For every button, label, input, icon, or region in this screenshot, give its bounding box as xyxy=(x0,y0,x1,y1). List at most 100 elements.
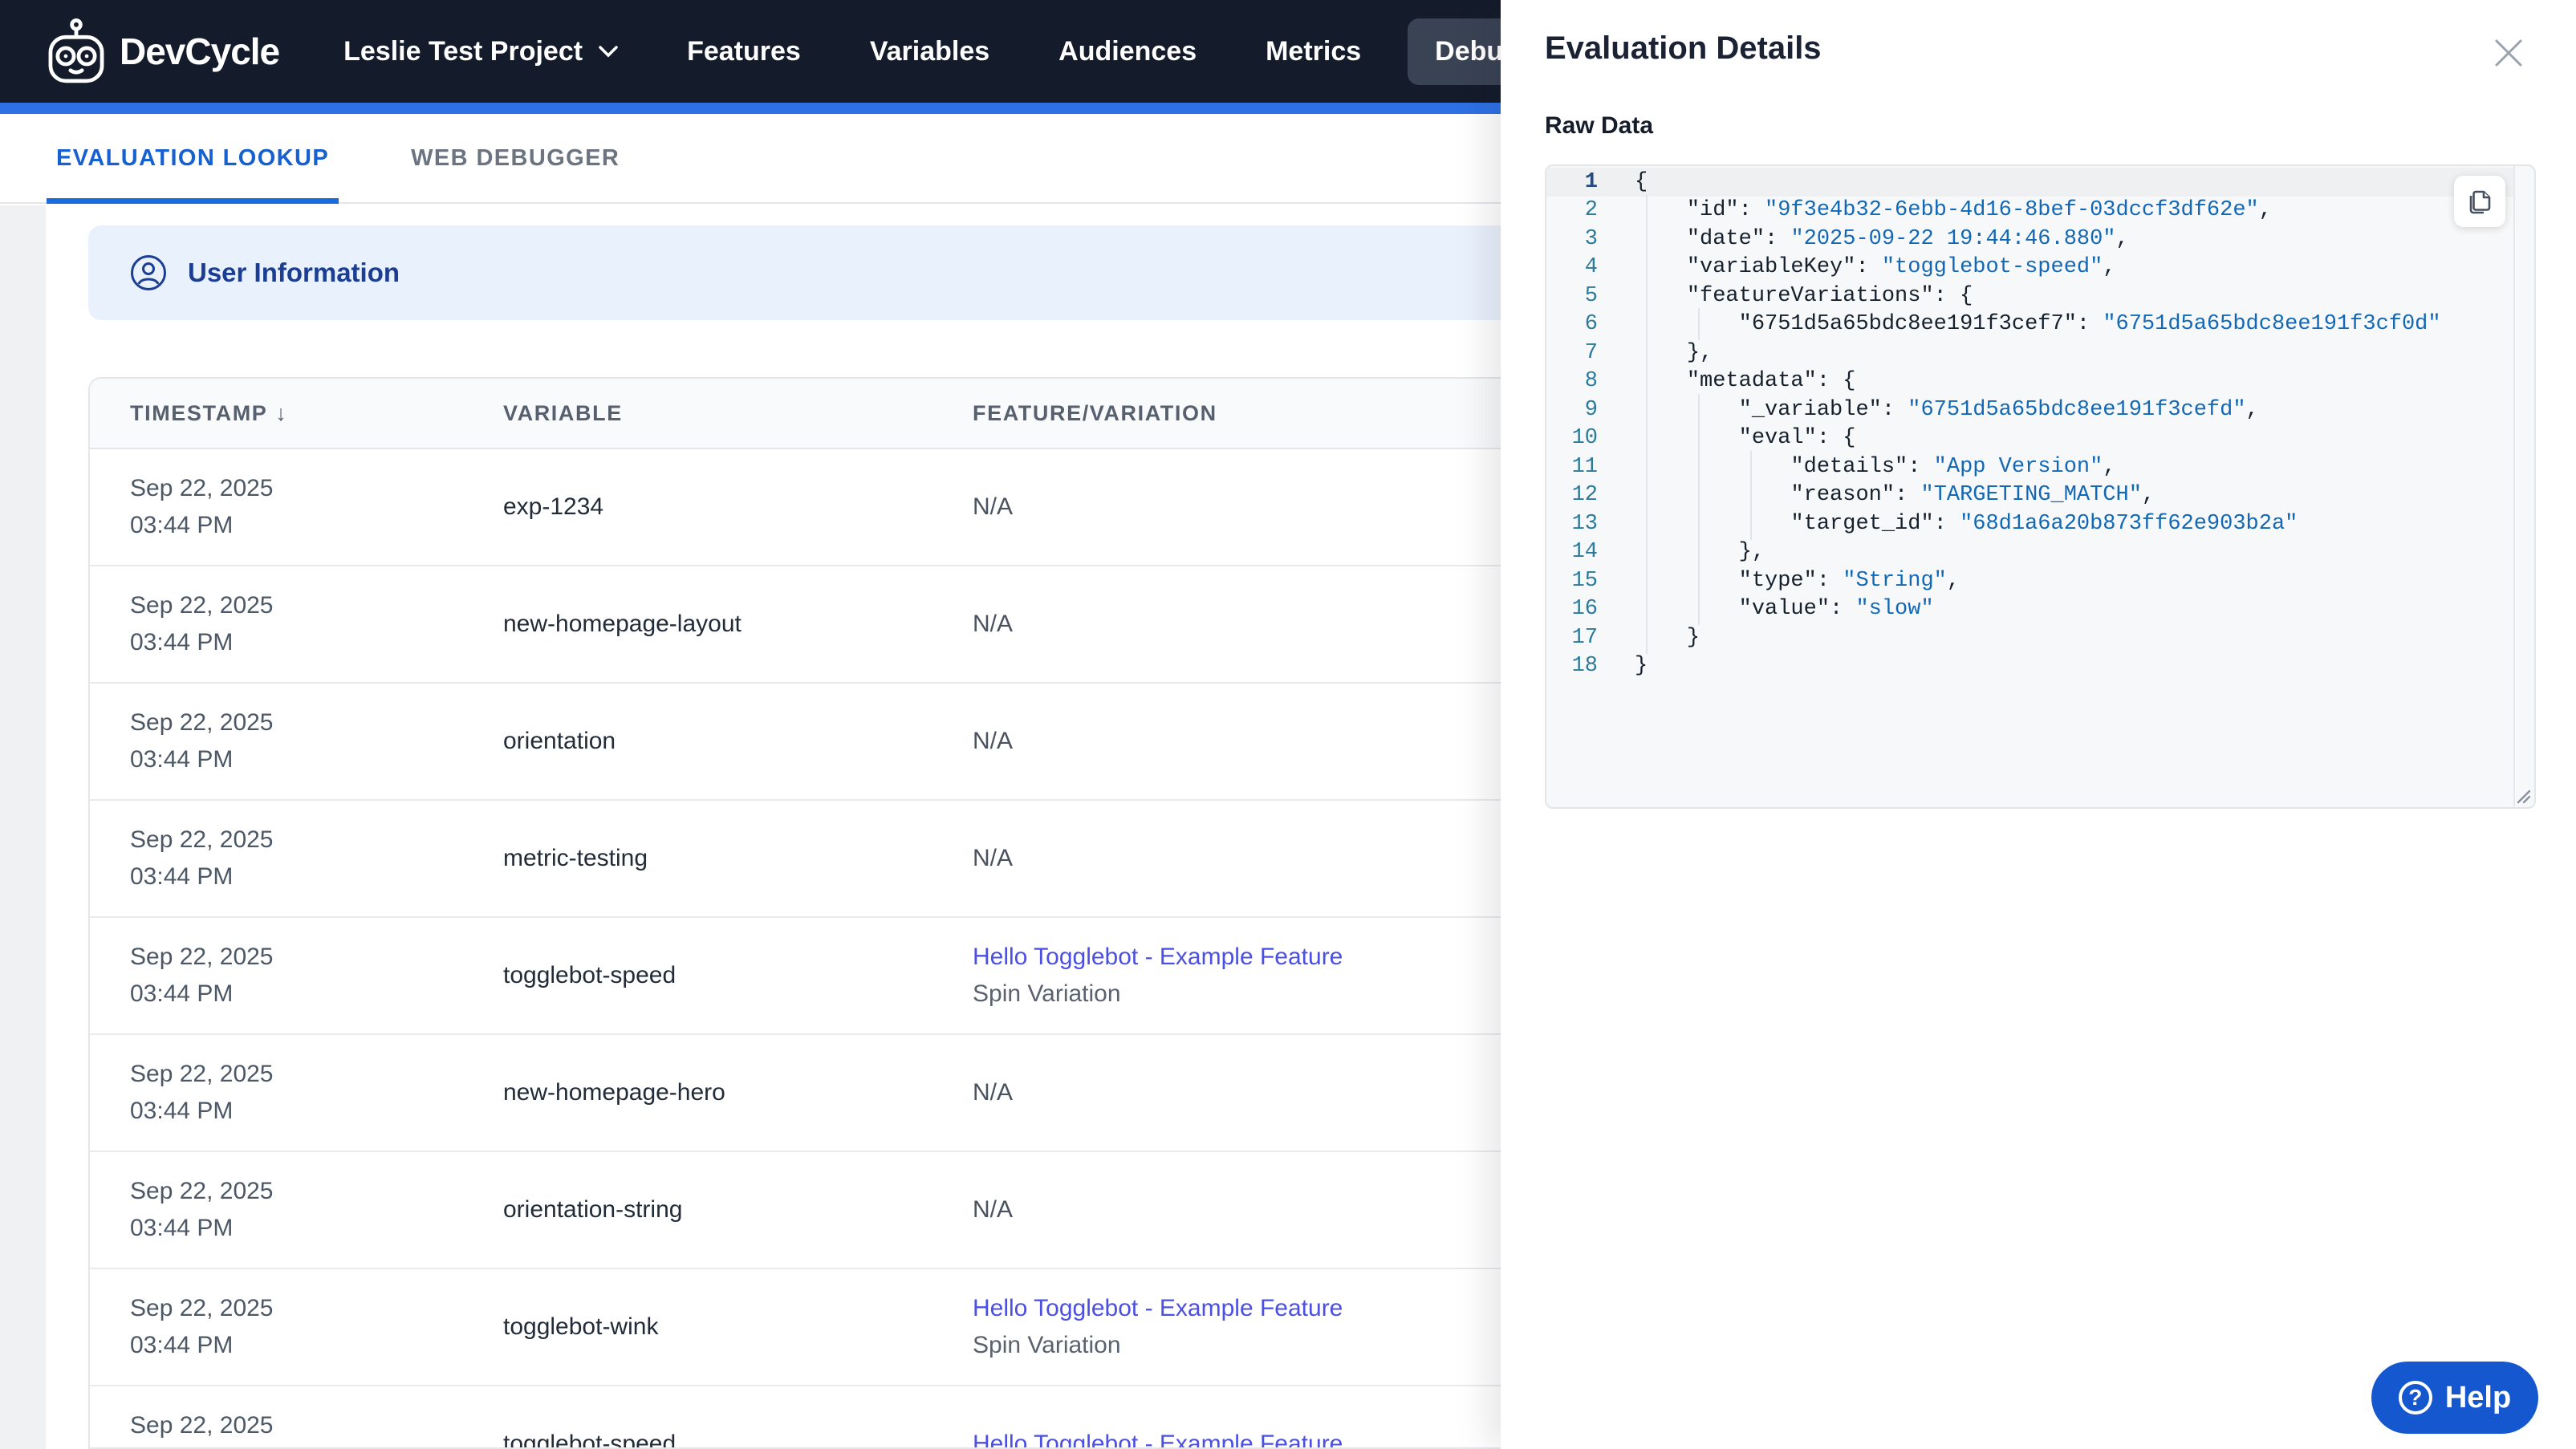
code-lines: 1{2 "id": "9f3e4b32-6ebb-4d16-8bef-03dcc… xyxy=(1546,168,2513,680)
code-line: 14 }, xyxy=(1546,538,2513,567)
raw-data-heading: Raw Data xyxy=(1545,112,1654,139)
code-string: "2025-09-22 19:44:46.880" xyxy=(1790,226,2116,251)
na-value: N/A xyxy=(973,611,1014,637)
column-header-timestamp[interactable]: TIMESTAMP ↓ xyxy=(130,401,288,426)
code-string: "68d1a6a20b873ff62e903b2a" xyxy=(1960,511,2298,536)
table-row[interactable]: Sep 22, 2025 03:44 PM orientation N/A xyxy=(90,684,1501,801)
timestamp-date: Sep 22, 2025 xyxy=(130,826,274,853)
table-row[interactable]: Sep 22, 2025 03:44 PM new-homepage-layout N… xyxy=(90,566,1501,684)
variable-cell: metric-testing xyxy=(503,845,973,872)
timestamp-date: Sep 22, 2025 xyxy=(130,592,274,619)
timestamp-cell: Sep 22, 2025 03:44 PM xyxy=(90,824,503,893)
feature-variation-cell: N/A xyxy=(973,611,1501,638)
timestamp-date: Sep 22, 2025 xyxy=(130,1295,274,1321)
feature-link[interactable]: Hello Togglebot - Example Feature xyxy=(973,1428,1501,1447)
table-row[interactable]: Sep 22, 2025 03:44 PM togglebot-wink Hello … xyxy=(90,1269,1501,1386)
close-button[interactable] xyxy=(2489,34,2528,72)
indent-guide xyxy=(1635,426,1687,450)
nav-item-variables[interactable]: Variables xyxy=(870,36,989,67)
indent-guide xyxy=(1687,540,1739,564)
timestamp-time: 03:44 PM xyxy=(130,512,234,538)
code-string: "togglebot-speed" xyxy=(1881,255,2103,280)
timestamp-cell: Sep 22, 2025 03:44 PM xyxy=(90,1175,503,1244)
variable-name: new-homepage-hero xyxy=(503,1079,725,1106)
code-line: 6 "6751d5a65bdc8ee191f3cef7": "6751d5a65… xyxy=(1546,310,2513,339)
banner-title: User Information xyxy=(188,258,400,287)
table-row[interactable]: Sep 22, 202503:44 PMtogglebot-speedHello… xyxy=(90,918,1501,1035)
devcycle-robot-icon xyxy=(46,18,107,85)
code-plain: } xyxy=(1635,654,1648,679)
nav-item-metrics[interactable]: Metrics xyxy=(1266,36,1361,67)
help-button[interactable]: ? Help xyxy=(2371,1362,2538,1434)
panel-title: Evaluation Details xyxy=(1545,30,1822,66)
indent-guide xyxy=(1687,426,1739,450)
timestamp-date: Sep 22, 2025 xyxy=(130,475,274,501)
timestamp-cell: Sep 22, 2025 03:44 PM xyxy=(90,707,503,776)
feature-variation-cell: Hello Togglebot - Example Feature Spin Va… xyxy=(973,1293,1501,1362)
user-information-banner[interactable]: User Information xyxy=(88,225,1501,320)
feature-link[interactable]: Hello Togglebot - Example Feature xyxy=(973,1293,1501,1325)
nav-item-features[interactable]: Features xyxy=(687,36,801,67)
raw-data-code-block: 1{2 "id": "9f3e4b32-6ebb-4d16-8bef-03dcc… xyxy=(1545,164,2536,809)
indent-guide xyxy=(1687,569,1739,593)
copy-button[interactable] xyxy=(2454,176,2505,227)
timestamp-time: 03:44 PM xyxy=(130,980,234,1007)
variable-cell: new-homepage-layout xyxy=(503,611,973,638)
column-header-feature-variation: FEATURE/VARIATION xyxy=(973,400,1217,425)
code-text: "id": "9f3e4b32-6ebb-4d16-8bef-03dccf3df… xyxy=(1598,198,2272,222)
tab-evaluation-lookup[interactable]: EVALUATION LOOKUP xyxy=(47,114,339,204)
nav-item-audiences[interactable]: Audiences xyxy=(1058,36,1197,67)
line-number: 5 xyxy=(1584,283,1598,308)
na-value: N/A xyxy=(973,728,1014,754)
feature-variation-cell: Hello Togglebot - Example Feature xyxy=(973,1428,1501,1447)
code-plain: , xyxy=(2141,483,2155,508)
code-plain: , xyxy=(1946,568,1960,593)
table-row[interactable]: Sep 22, 2025 03:44 PM exp-1234 N/A xyxy=(90,449,1501,566)
code-plain: , xyxy=(2103,255,2116,280)
variable-name: exp-1234 xyxy=(503,493,604,520)
code-plain: , xyxy=(2258,198,2272,223)
code-text: }, xyxy=(1598,341,1713,365)
evaluation-details-panel: Evaluation Details Raw Data 1{2 "id": "9… xyxy=(1501,0,2576,1449)
brand-text: DevCycle xyxy=(120,30,280,72)
devcycle-logo[interactable]: DevCycle xyxy=(46,18,280,85)
table-row[interactable]: Sep 22, 2025 03:44 PM metric-testing N/A xyxy=(90,801,1501,918)
code-text: "metadata": { xyxy=(1598,369,1856,393)
code-line: 4 "variableKey": "togglebot-speed", xyxy=(1546,254,2513,282)
timestamp-date: Sep 22, 2025 xyxy=(130,709,274,736)
tab-web-debugger[interactable]: WEB DEBUGGER xyxy=(401,114,629,202)
resize-handle[interactable] xyxy=(2510,783,2531,804)
table-row[interactable]: Sep 22, 2025 03:44 PM new-homepage-hero N/A xyxy=(90,1035,1501,1152)
user-icon xyxy=(130,254,167,291)
code-line: 16 "value": "slow" xyxy=(1546,595,2513,624)
timestamp-cell: Sep 22, 2025 03:44 PM xyxy=(90,1293,503,1362)
code-plain: "target_id": xyxy=(1790,511,1960,536)
feature-link[interactable]: Hello Togglebot - Example Feature xyxy=(973,941,1501,973)
code-string: "9f3e4b32-6ebb-4d16-8bef-03dccf3df62e" xyxy=(1765,198,2259,223)
close-icon xyxy=(2493,38,2524,68)
indent-guide xyxy=(1635,483,1687,507)
feature-variation-cell: N/A xyxy=(973,1196,1501,1224)
line-number: 1 xyxy=(1584,169,1598,194)
nav-items: Features Variables Audiences Metrics xyxy=(687,36,1361,67)
timestamp-date: Sep 22, 2025 xyxy=(130,1412,274,1439)
code-line: 3 "date": "2025-09-22 19:44:46.880", xyxy=(1546,225,2513,254)
line-number: 18 xyxy=(1571,654,1598,679)
line-number: 7 xyxy=(1584,340,1598,365)
code-line: 15 "type": "String", xyxy=(1546,566,2513,595)
code-plain: "reason": xyxy=(1790,483,1921,508)
timestamp-cell: Sep 22, 2025 03:44 PM xyxy=(90,590,503,659)
timestamp-cell: Sep 22, 2025 03:44 PM xyxy=(90,941,503,1010)
code-string: "6751d5a65bdc8ee191f3cefd" xyxy=(1908,397,2246,422)
code-plain: , xyxy=(2245,397,2259,422)
code-text: { xyxy=(1598,170,1648,194)
table-row[interactable]: Sep 22, 2025 03:44 PM orientation-string N/… xyxy=(90,1152,1501,1269)
code-text: "featureVariations": { xyxy=(1598,284,1973,308)
indent-guide xyxy=(1739,483,1791,507)
table-row[interactable]: Sep 22, 202503:44 PMtogglebot-speedHello… xyxy=(90,1386,1501,1447)
variation-name: Spin Variation xyxy=(973,1332,1121,1358)
project-selector[interactable]: Leslie Test Project xyxy=(343,36,618,67)
variable-name: orientation-string xyxy=(503,1196,683,1223)
code-line: 13 "target_id": "68d1a6a20b873ff62e903b2… xyxy=(1546,509,2513,538)
line-number: 14 xyxy=(1571,540,1598,565)
